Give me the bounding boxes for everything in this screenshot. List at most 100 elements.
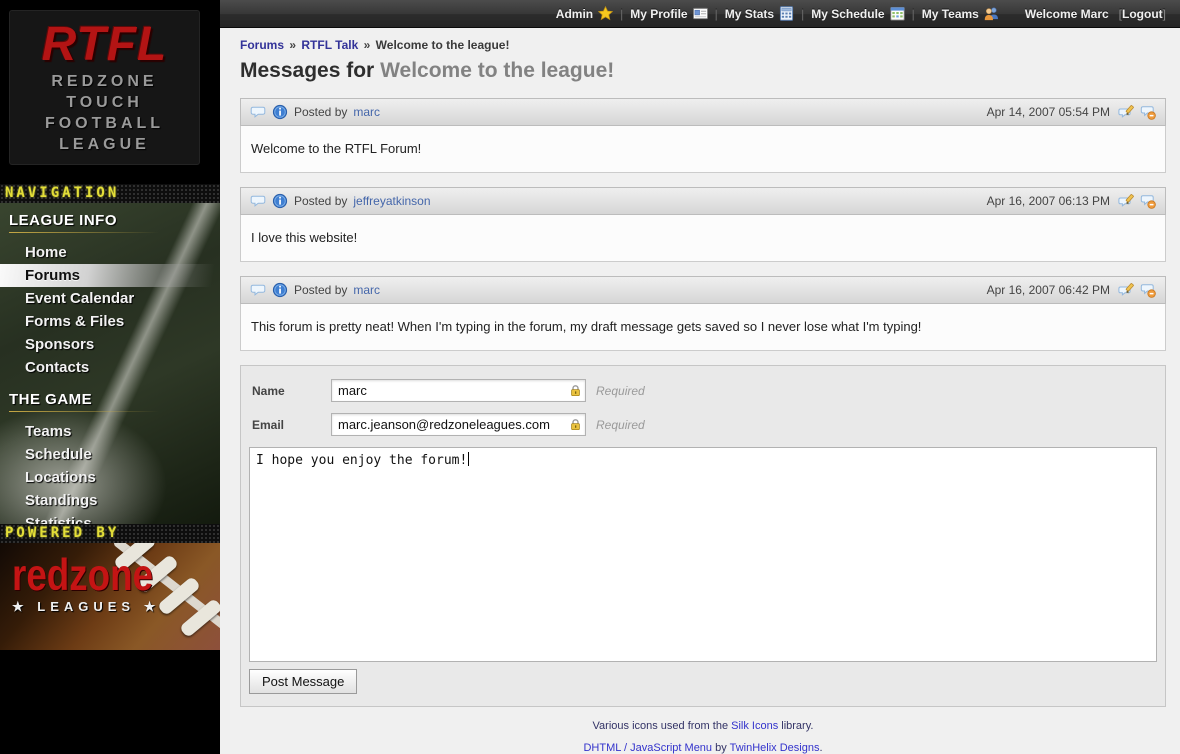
- logo-line: LEAGUE: [10, 134, 199, 155]
- topbar-item-my-profile[interactable]: My Profile: [630, 6, 707, 21]
- email-row: Email Required: [249, 413, 1157, 436]
- sidebar-item-schedule[interactable]: Schedule: [0, 443, 220, 466]
- topbar-item-admin[interactable]: Admin: [556, 6, 613, 21]
- padlock-icon: [569, 384, 582, 397]
- footer-text: by: [715, 742, 727, 754]
- author-link[interactable]: jeffreyatkinson: [353, 194, 430, 208]
- twinhelix-link[interactable]: TwinHelix Designs: [730, 742, 820, 754]
- dhtml-menu-link[interactable]: DHTML / JavaScript Menu: [583, 742, 712, 754]
- admin-label: Admin: [556, 7, 593, 21]
- page-title: Messages for Welcome to the league!: [240, 59, 1166, 83]
- breadcrumb-link-rtfl-talk[interactable]: RTFL Talk: [301, 38, 358, 52]
- logo-line: TOUCH: [10, 92, 199, 113]
- name-label: Name: [249, 384, 331, 398]
- welcome-text: Welcome Marc: [1025, 7, 1109, 21]
- message-timestamp: Apr 14, 2007 05:54 PM: [987, 105, 1110, 119]
- posted-by-label: Posted by: [294, 283, 347, 297]
- breadcrumb-link-forums[interactable]: Forums: [240, 38, 284, 52]
- football-photo: redzone ★ LEAGUES ★: [0, 543, 220, 650]
- comment-delete-icon[interactable]: [1140, 193, 1156, 209]
- topbar-item-my-schedule[interactable]: My Schedule: [811, 6, 904, 21]
- page-title-topic: Welcome to the league!: [380, 59, 614, 82]
- sidebar: RTFL REDZONE TOUCH FOOTBALL LEAGUE NAVIG…: [0, 0, 220, 754]
- message-textarea[interactable]: I hope you enjoy the forum!: [249, 447, 1157, 662]
- forum-message: Posted by marc Apr 16, 2007 06:42 PM Thi…: [240, 276, 1166, 351]
- calculator-icon: [779, 6, 794, 21]
- padlock-icon: [569, 418, 582, 431]
- page-footer: Various icons used from the Silk Icons l…: [240, 720, 1166, 754]
- league-info-menu: Home Forums Event Calendar Forms & Files…: [0, 241, 220, 379]
- forum-message: Posted by jeffreyatkinson Apr 16, 2007 0…: [240, 187, 1166, 262]
- author-link[interactable]: marc: [353, 105, 380, 119]
- section-title-league-info: LEAGUE INFO: [0, 210, 220, 235]
- rtfl-logo[interactable]: RTFL REDZONE TOUCH FOOTBALL LEAGUE: [9, 10, 200, 165]
- message-header: Posted by marc Apr 14, 2007 05:54 PM: [240, 98, 1166, 126]
- redzone-leagues-logo[interactable]: redzone ★ LEAGUES ★: [12, 553, 165, 615]
- message-timestamp: Apr 16, 2007 06:42 PM: [987, 283, 1110, 297]
- comment-bubble-icon: [250, 282, 266, 298]
- silk-icons-link[interactable]: Silk Icons: [731, 720, 778, 732]
- message-header: Posted by jeffreyatkinson Apr 16, 2007 0…: [240, 187, 1166, 215]
- powered-by-led-header: POWERED BY: [0, 524, 220, 543]
- message-timestamp: Apr 16, 2007 06:13 PM: [987, 194, 1110, 208]
- comment-edit-icon[interactable]: [1118, 282, 1134, 298]
- calendar-icon: [890, 6, 905, 21]
- logout-bracket: ]: [1163, 7, 1166, 21]
- name-row: Name Required: [249, 379, 1157, 402]
- message-body: This forum is pretty neat! When I'm typi…: [240, 304, 1166, 351]
- information-icon: [272, 193, 288, 209]
- text-cursor: [468, 452, 469, 466]
- comment-edit-icon[interactable]: [1118, 193, 1134, 209]
- email-label: Email: [249, 418, 331, 432]
- topbar-separator: |: [715, 7, 718, 21]
- footer-credit-icons: Various icons used from the Silk Icons l…: [240, 720, 1166, 732]
- name-field[interactable]: [331, 379, 586, 402]
- leagues-logo-text: ★ LEAGUES ★: [12, 599, 165, 615]
- required-hint: Required: [596, 384, 645, 398]
- sidebar-item-forums[interactable]: Forums: [0, 264, 220, 287]
- page-title-prefix: Messages for: [240, 59, 374, 82]
- sidebar-nav-panel: LEAGUE INFO Home Forums Event Calendar F…: [0, 203, 220, 524]
- section-title-the-game: THE GAME: [0, 389, 220, 414]
- sidebar-item-contacts[interactable]: Contacts: [0, 356, 220, 379]
- navigation-led-header: NAVIGATION: [0, 184, 220, 203]
- comment-edit-icon[interactable]: [1118, 104, 1134, 120]
- topbar-item-my-stats[interactable]: My Stats: [725, 6, 794, 21]
- breadcrumb-separator: »: [364, 38, 371, 52]
- message-header: Posted by marc Apr 16, 2007 06:42 PM: [240, 276, 1166, 304]
- footer-text: .: [819, 742, 822, 754]
- sidebar-item-teams[interactable]: Teams: [0, 420, 220, 443]
- the-game-menu: Teams Schedule Locations Standings Stati…: [0, 420, 220, 535]
- footer-credit-menu: DHTML / JavaScript Menu by TwinHelix Des…: [240, 742, 1166, 754]
- group-icon: [984, 6, 999, 21]
- post-message-button[interactable]: Post Message: [249, 669, 357, 694]
- star-icon: [598, 6, 613, 21]
- redzone-logo-text: redzone: [12, 553, 153, 598]
- comment-delete-icon[interactable]: [1140, 104, 1156, 120]
- information-icon: [272, 282, 288, 298]
- topbar-separator: |: [912, 7, 915, 21]
- comment-bubble-icon: [250, 104, 266, 120]
- message-body: I love this website!: [240, 215, 1166, 262]
- topbar-item-my-teams[interactable]: My Teams: [922, 6, 999, 21]
- sidebar-item-sponsors[interactable]: Sponsors: [0, 333, 220, 356]
- comment-delete-icon[interactable]: [1140, 282, 1156, 298]
- sidebar-item-home[interactable]: Home: [0, 241, 220, 264]
- post-message-form: Name Required Email Required I hope you …: [240, 365, 1166, 707]
- breadcrumb-current: Welcome to the league!: [376, 38, 510, 52]
- comment-bubble-icon: [250, 193, 266, 209]
- topbar-separator: |: [801, 7, 804, 21]
- breadcrumb-separator: »: [289, 38, 296, 52]
- logout-button[interactable]: Logout: [1122, 7, 1163, 21]
- my-schedule-label: My Schedule: [811, 7, 884, 21]
- author-link[interactable]: marc: [353, 283, 380, 297]
- my-profile-label: My Profile: [630, 7, 687, 21]
- email-field[interactable]: [331, 413, 586, 436]
- sidebar-item-standings[interactable]: Standings: [0, 489, 220, 512]
- my-teams-label: My Teams: [922, 7, 979, 21]
- sidebar-item-event-calendar[interactable]: Event Calendar: [0, 287, 220, 310]
- sidebar-item-locations[interactable]: Locations: [0, 466, 220, 489]
- sidebar-item-forms-files[interactable]: Forms & Files: [0, 310, 220, 333]
- posted-by-label: Posted by: [294, 194, 347, 208]
- required-hint: Required: [596, 418, 645, 432]
